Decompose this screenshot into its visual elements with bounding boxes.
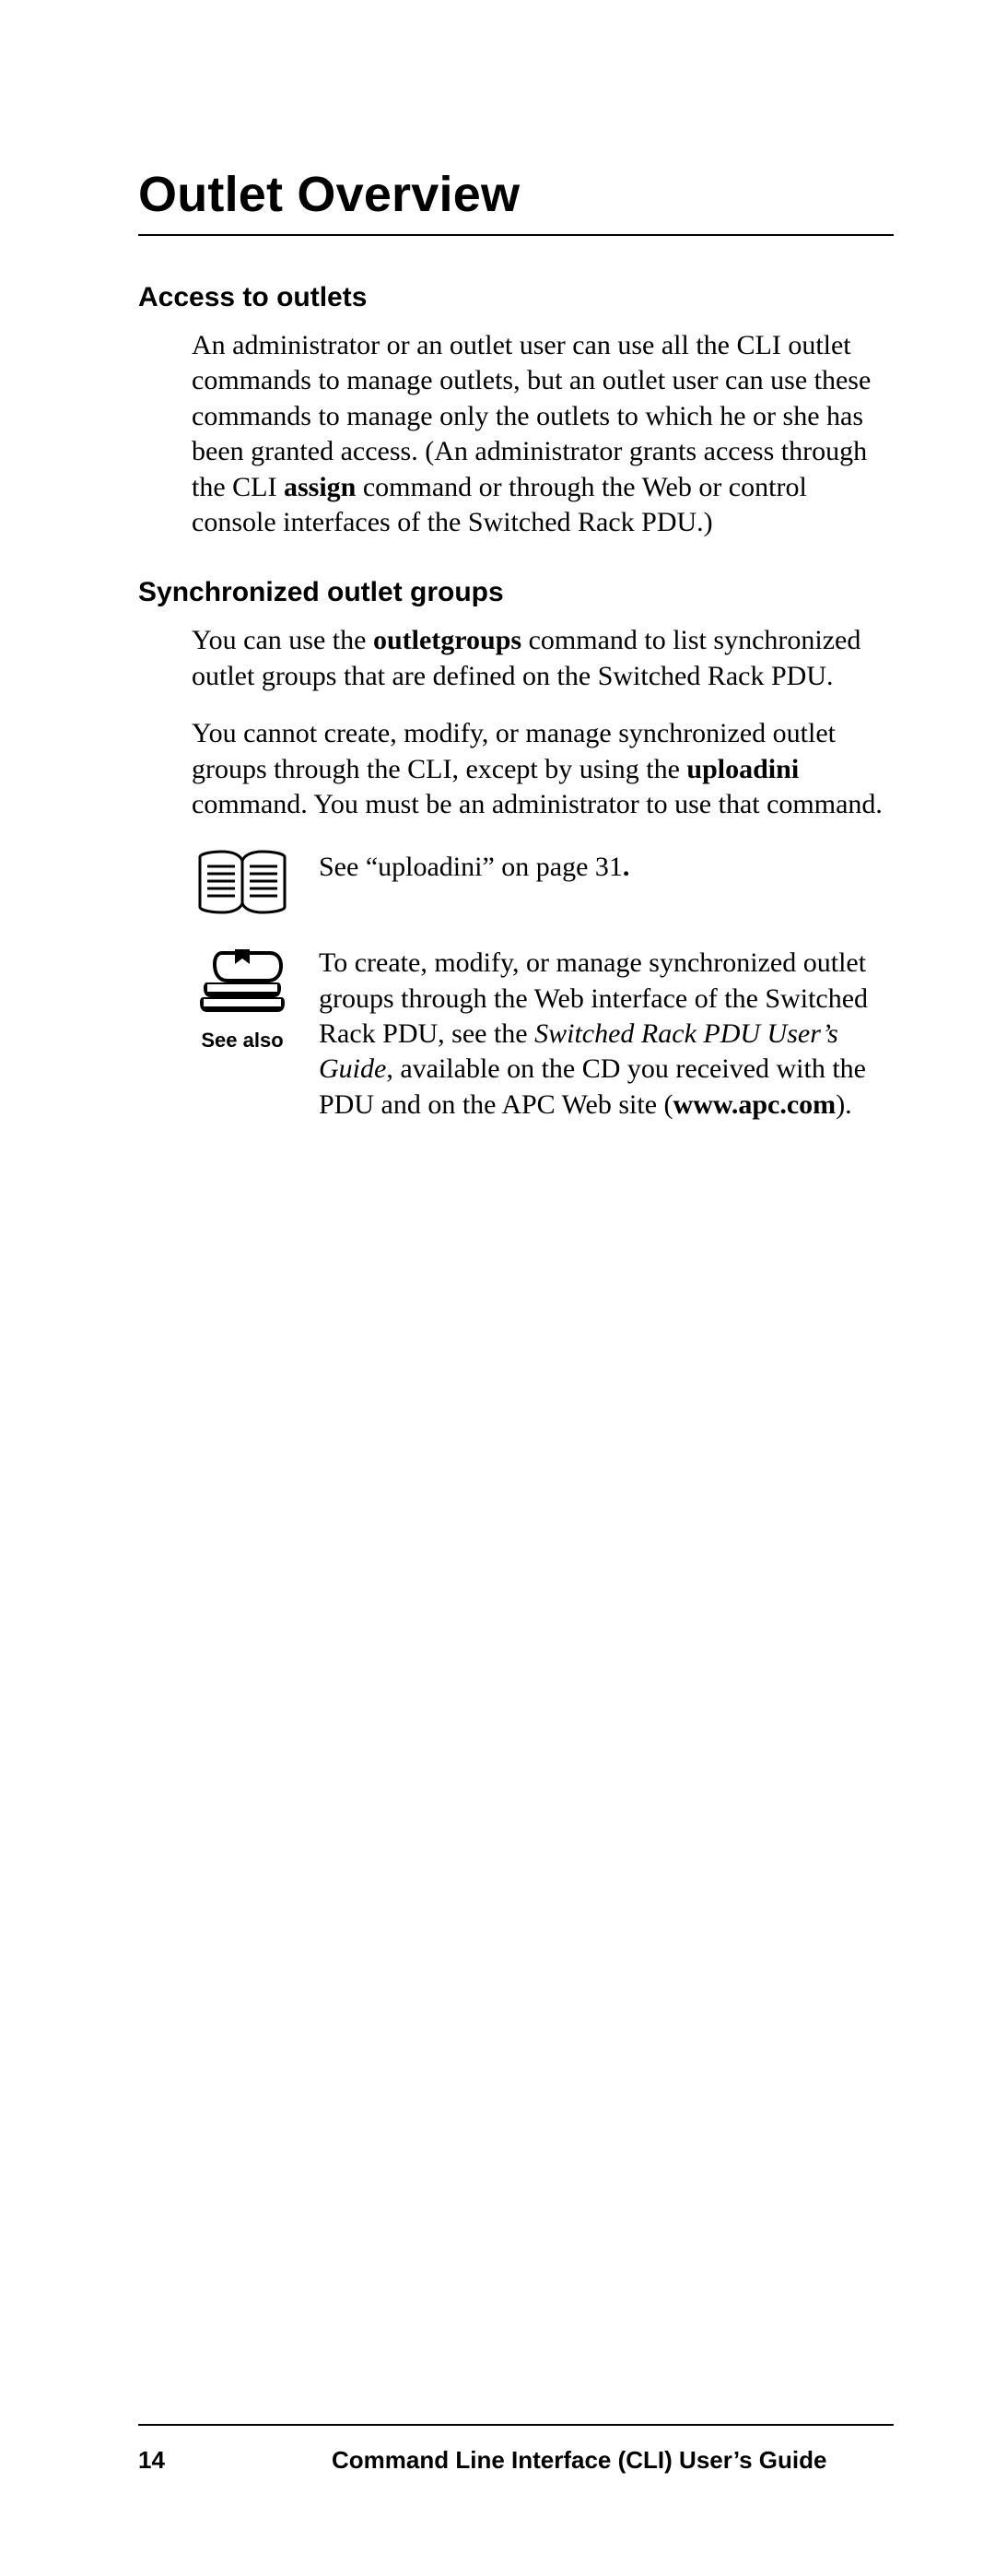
text: You can use the (192, 625, 373, 655)
icon-col: See also (192, 946, 293, 1053)
cmd-uploadini: uploadini (686, 754, 799, 784)
url-apc: www.apc.com (673, 1089, 837, 1120)
cmd-assign: assign (284, 472, 356, 502)
text: . (623, 852, 630, 882)
callout-see: See “uploadini” on page 31. (192, 850, 884, 918)
open-book-icon (196, 850, 288, 918)
heading-sync: Synchronized outlet groups (138, 577, 894, 608)
text: command. You must be an administrator to… (192, 789, 883, 819)
callout-text: To create, modify, or manage synchronize… (319, 946, 884, 1123)
text: ). (836, 1089, 852, 1120)
seealso-label: See also (201, 1029, 283, 1053)
text: See “uploadini” on page 31 (319, 852, 623, 882)
paragraph-access: An administrator or an outlet user can u… (192, 328, 884, 540)
icon-col (192, 850, 293, 918)
paragraph-sync-2: You cannot create, modify, or manage syn… (192, 716, 884, 822)
heading-access: Access to outlets (138, 282, 894, 313)
page-title: Outlet Overview (138, 166, 894, 223)
callout-seealso: See also To create, modify, or manage sy… (192, 946, 884, 1123)
stacked-books-icon (194, 946, 290, 1023)
page-number: 14 (138, 2446, 332, 2475)
cmd-outletgroups: outletgroups (373, 625, 521, 655)
callout-text: See “uploadini” on page 31. (319, 850, 884, 885)
title-rule (138, 234, 894, 236)
page-footer: 14 Command Line Interface (CLI) User’s G… (138, 2424, 894, 2475)
doc-title: Command Line Interface (CLI) User’s Guid… (332, 2446, 894, 2475)
paragraph-sync-1: You can use the outletgroups command to … (192, 623, 884, 694)
